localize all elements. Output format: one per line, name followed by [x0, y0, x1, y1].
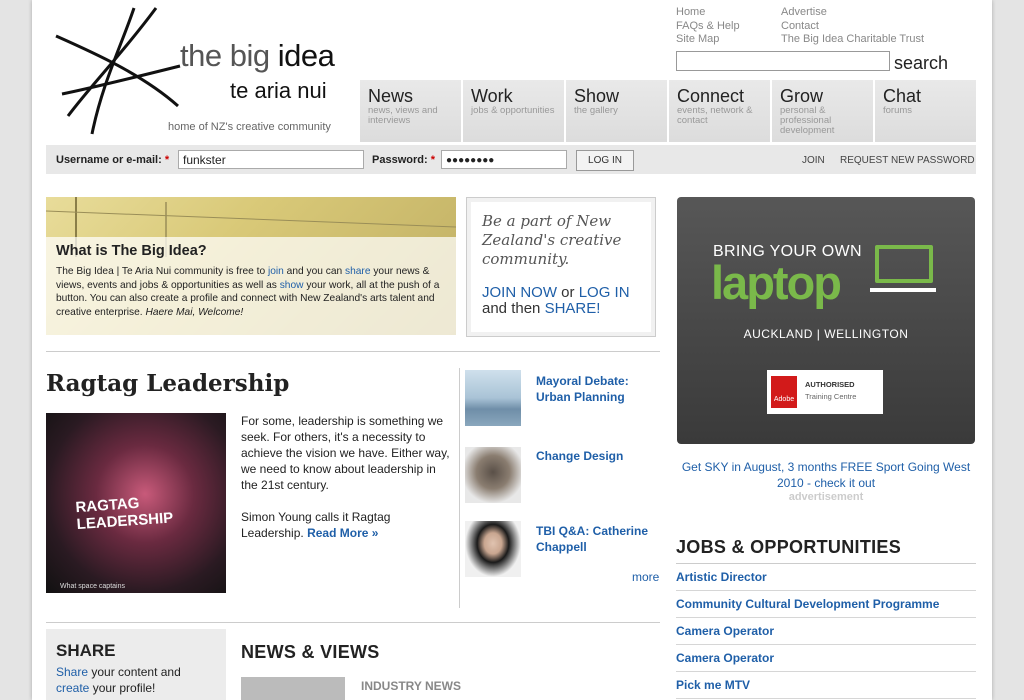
share-text: Share your content and create your profil…: [56, 665, 181, 695]
top-link-sitemap[interactable]: Site Map: [676, 33, 740, 47]
ad-laptop-word: laptop: [711, 256, 842, 309]
feature-text: For some, leadership is something we see…: [241, 414, 450, 540]
username-label: Username or e-mail: *: [56, 154, 170, 166]
news-views-title: NEWS & VIEWS: [241, 642, 380, 662]
top-link-contact[interactable]: Contact: [781, 20, 924, 34]
top-link-faqs[interactable]: FAQs & Help: [676, 20, 740, 34]
ad-label: advertisement: [788, 491, 864, 503]
password-field[interactable]: ●●●●●●●●: [441, 150, 567, 169]
star-logo-icon[interactable]: [52, 4, 182, 136]
share-link[interactable]: SHARE!: [545, 300, 601, 317]
join-promo-text: Be a part of New Zealand's creative comm…: [482, 212, 622, 268]
password-label: Password: *: [372, 154, 435, 166]
article-link-catherine[interactable]: TBI Q&A: Catherine Chappell: [536, 523, 656, 555]
top-links-col2: Advertise Contact The Big Idea Charitabl…: [781, 6, 924, 47]
nav-news[interactable]: News news, views and interviews: [360, 80, 461, 142]
sky-ad-link[interactable]: Get SKY in August, 3 months FREE Sport G…: [677, 459, 975, 491]
login-bar: Username or e-mail: * funkster Password:…: [46, 145, 976, 174]
read-more-link[interactable]: Read More »: [307, 526, 378, 540]
job-item[interactable]: Artistic Director: [676, 564, 976, 591]
join-now-link[interactable]: JOIN NOW: [482, 284, 557, 301]
nav-chat[interactable]: Chat forums: [875, 80, 976, 142]
article-thumb-change-design[interactable]: [465, 447, 521, 503]
job-item[interactable]: Community Cultural Development Programme: [676, 591, 976, 618]
share-box: SHARE Share your content and create your …: [46, 629, 226, 700]
hero-title: What is The Big Idea?: [56, 243, 207, 259]
brand-tagline: home of NZ's creative community: [168, 121, 331, 133]
main-nav: News news, views and interviews Work jobs …: [360, 80, 976, 142]
share-title: SHARE: [56, 641, 116, 660]
share-content-link[interactable]: Share: [56, 665, 88, 679]
join-cta: JOIN NOW or LOG IN and then SHARE!: [482, 284, 630, 317]
nav-grow[interactable]: Grow personal & professional development: [772, 80, 873, 142]
laptop-advert[interactable]: BRING YOUR OWN laptop AUCKLAND | WELLING…: [677, 197, 975, 444]
join-inline-link[interactable]: join: [268, 266, 284, 277]
adobe-badge: Adobe AUTHORISED Training Centre: [767, 370, 883, 414]
brand-title[interactable]: the big idea: [180, 38, 335, 74]
hero-text: The Big Idea | Te Aria Nui community is …: [56, 266, 440, 318]
article-link-mayoral[interactable]: Mayoral Debate: Urban Planning: [536, 373, 656, 405]
top-link-advertise[interactable]: Advertise: [781, 6, 924, 20]
adobe-logo-icon: Adobe: [771, 376, 797, 408]
login-link[interactable]: LOG IN: [579, 284, 630, 301]
search-button[interactable]: search: [894, 53, 948, 74]
create-profile-link[interactable]: create: [56, 681, 89, 695]
join-link[interactable]: JOIN: [802, 155, 825, 166]
jobs-title: JOBS & OPPORTUNITIES: [676, 537, 902, 557]
nav-show[interactable]: Show the gallery: [566, 80, 667, 142]
feature-image[interactable]: RAGTAG LEADERSHIP What space captains: [46, 413, 226, 593]
article-thumb-mayoral[interactable]: [465, 370, 521, 426]
join-promo-box: Be a part of New Zealand's creative comm…: [466, 197, 656, 337]
login-button[interactable]: LOG IN: [576, 150, 634, 171]
industry-news-heading: INDUSTRY NEWS: [361, 679, 462, 693]
hero-banner: What is The Big Idea? The Big Idea | Te …: [46, 197, 456, 335]
request-password-link[interactable]: REQUEST NEW PASSWORD: [840, 155, 975, 166]
job-item[interactable]: Camera Operator: [676, 645, 976, 672]
username-field[interactable]: funkster: [178, 150, 364, 169]
top-link-home[interactable]: Home: [676, 6, 740, 20]
feature-title[interactable]: Ragtag Leadership: [46, 370, 289, 397]
show-inline-link[interactable]: show: [280, 280, 304, 291]
news-thumb[interactable]: [241, 677, 345, 700]
ad-cities: AUCKLAND | WELLINGTON: [743, 327, 909, 341]
divider: [46, 622, 660, 623]
divider: [46, 351, 660, 352]
search-input[interactable]: [676, 51, 890, 71]
top-link-trust[interactable]: The Big Idea Charitable Trust: [781, 33, 924, 47]
job-item[interactable]: Camera Operator: [676, 618, 976, 645]
laptop-icon: [875, 245, 933, 283]
job-item[interactable]: Pick me MTV: [676, 672, 976, 699]
page: the big idea te aria nui home of NZ's cr…: [32, 0, 992, 700]
column-divider: [459, 368, 460, 608]
top-links-col1: Home FAQs & Help Site Map: [676, 6, 740, 47]
nav-connect[interactable]: Connect events, network & contact: [669, 80, 770, 142]
brand-subtitle: te aria nui: [230, 78, 327, 103]
share-inline-link[interactable]: share: [345, 266, 370, 277]
article-thumb-catherine[interactable]: [465, 521, 521, 577]
laptop-base-icon: [870, 288, 936, 292]
more-link[interactable]: more: [632, 570, 659, 584]
article-link-change-design[interactable]: Change Design: [536, 448, 656, 464]
nav-work[interactable]: Work jobs & opportunities: [463, 80, 564, 142]
hero-text-box: What is The Big Idea? The Big Idea | Te …: [46, 237, 456, 335]
